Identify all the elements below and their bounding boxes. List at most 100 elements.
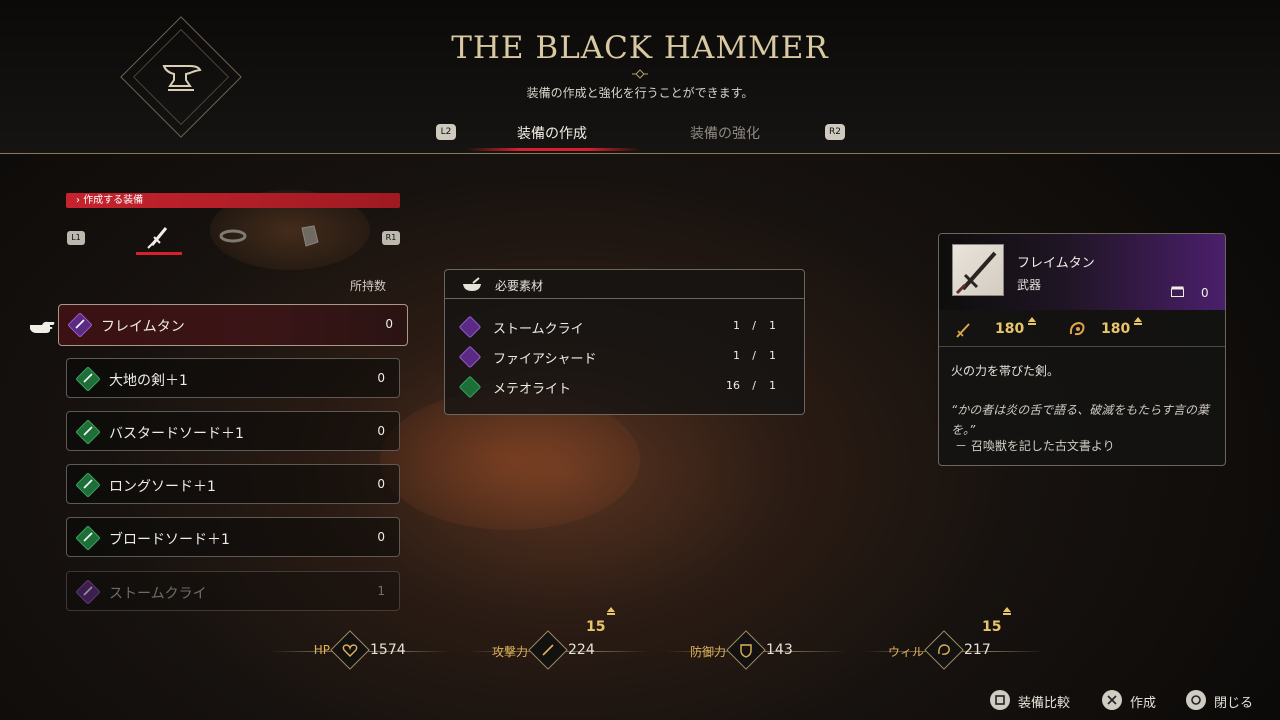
owned-count-header: 所持数 (349, 279, 386, 293)
material-slash: / (752, 319, 756, 332)
materials-title: 必要素材 (495, 279, 544, 293)
circle-button-icon (1191, 695, 1201, 705)
detail-stats: 180 180 (939, 311, 1225, 347)
list-item-flametongue[interactable]: フレイムタン 0 (58, 304, 408, 346)
material-name: ストームクライ (493, 322, 584, 337)
stat-label: 防御力 (689, 645, 726, 659)
material-have: 1 (733, 349, 740, 362)
material-row: ストームクライ 1 / 1 (445, 314, 804, 342)
material-need: 1 (769, 379, 776, 392)
stat-will: ウィル 217 15 (864, 607, 1064, 680)
list-item-earth-sword[interactable]: 大地の剣＋1 0 (66, 358, 400, 398)
stat-label: 攻撃力 (491, 645, 528, 659)
item-count: 0 (377, 477, 385, 491)
material-need: 1 (769, 319, 776, 332)
stat-value: 1574 (370, 642, 406, 658)
r2-button[interactable]: R2 (825, 124, 845, 140)
tab-active-indicator (466, 148, 641, 151)
stat-hp: HP 1574 (270, 624, 470, 680)
item-thumbnail (952, 244, 1004, 296)
will-icon (938, 644, 950, 655)
sword-icon (83, 479, 93, 489)
stat-label: ウィル (887, 645, 924, 659)
belt-icon[interactable] (218, 222, 248, 250)
stat-value: 217 (964, 642, 991, 658)
arrow-up-icon (1028, 317, 1036, 325)
item-name: バスタードソード＋1 (109, 426, 244, 442)
quote-source: － 召喚獣を記した古文書より (955, 439, 1115, 453)
list-item-bastard-sword[interactable]: バスタードソード＋1 0 (66, 411, 400, 451)
compare-label: 装備比較 (1018, 696, 1071, 711)
material-slash: / (752, 379, 756, 392)
header: THE BLACK HAMMER 装備の作成と強化を行うことができます。 L2 … (0, 0, 1280, 154)
close-label: 閉じる (1214, 696, 1254, 711)
item-name: フレイムタン (101, 319, 185, 335)
gem-green (458, 375, 482, 399)
material-slash: / (752, 349, 756, 362)
gem-purple (458, 315, 482, 339)
item-name: ブロードソード＋1 (109, 532, 230, 548)
item-description: 火の力を帯びた剣。 (951, 364, 1060, 378)
l2-button[interactable]: L2 (436, 124, 456, 140)
shield-icon (740, 644, 752, 658)
stat-attack: 攻撃力 224 15 (468, 607, 668, 680)
title-ornament (632, 69, 648, 79)
sword-image-icon (955, 251, 997, 295)
item-name: ストームクライ (109, 586, 207, 602)
material-row: ファイアシャード 1 / 1 (445, 344, 804, 372)
sword-icon (542, 644, 554, 656)
item-count: 1 (377, 584, 385, 598)
sword-icon (75, 319, 85, 329)
materials-panel: 必要素材 ストームクライ 1 / 1 ファイアシャード 1 / 1 メテオライト… (444, 269, 805, 415)
list-item-long-sword[interactable]: ロングソード＋1 0 (66, 464, 400, 504)
detail-header: フレイムタン 武器 0 (939, 234, 1225, 310)
arrow-up-icon (1134, 317, 1142, 325)
item-detail-panel: フレイムタン 武器 0 180 180 火の力を帯びた剣。 “かの者は炎の舌で語… (938, 233, 1226, 466)
bracer-icon[interactable] (294, 222, 324, 250)
item-name: 大地の剣＋1 (109, 373, 188, 389)
sword-icon (83, 373, 93, 383)
detail-owned-count: 0 (1201, 286, 1209, 300)
material-name: ファイアシャード (493, 352, 597, 367)
attack-value: 180 (995, 321, 1025, 337)
material-need: 1 (769, 349, 776, 362)
l1-button[interactable]: L1 (67, 231, 85, 245)
item-count: 0 (377, 530, 385, 544)
sword-icon (956, 323, 970, 338)
stat-label: HP (313, 643, 330, 657)
stat-value: 143 (766, 642, 793, 658)
item-name: ロングソード＋1 (109, 479, 216, 495)
sword-icon (83, 532, 93, 542)
material-have: 16 (726, 379, 740, 392)
chest-icon (1171, 286, 1184, 297)
category-active-indicator (136, 252, 182, 255)
section-title-bar: › 作成する装備 (66, 193, 400, 208)
stat-value: 224 (568, 642, 595, 658)
materials-header: 必要素材 (445, 270, 804, 299)
square-button-icon (995, 695, 1005, 705)
list-item-stormcry[interactable]: ストームクライ 1 (66, 571, 400, 611)
sword-icon[interactable] (144, 222, 174, 250)
stagger-icon (1069, 321, 1085, 336)
sword-icon (83, 426, 93, 436)
cross-button-icon (1107, 695, 1117, 705)
heart-icon (342, 644, 358, 657)
sword-icon (83, 586, 93, 596)
item-count: 0 (385, 317, 393, 331)
stagger-value: 180 (1101, 321, 1131, 337)
detail-item-name: フレイムタン (1017, 256, 1095, 271)
material-row: メテオライト 16 / 1 (445, 374, 804, 402)
item-count: 0 (377, 424, 385, 438)
detail-item-type: 武器 (1017, 278, 1042, 292)
list-item-broad-sword[interactable]: ブロードソード＋1 0 (66, 517, 400, 557)
tab-upgrade[interactable]: 装備の強化 (690, 123, 760, 143)
page-title: THE BLACK HAMMER (451, 30, 829, 66)
tab-craft[interactable]: 装備の作成 (517, 123, 587, 143)
stat-defense: 防御力 143 (666, 624, 866, 680)
arrow-up-icon (607, 607, 615, 615)
stat-bonus: 15 (982, 619, 1002, 635)
r1-button[interactable]: R1 (382, 231, 400, 245)
item-count: 0 (377, 371, 385, 385)
page-subtitle: 装備の作成と強化を行うことができます。 (526, 86, 754, 100)
mortar-icon (463, 277, 481, 291)
